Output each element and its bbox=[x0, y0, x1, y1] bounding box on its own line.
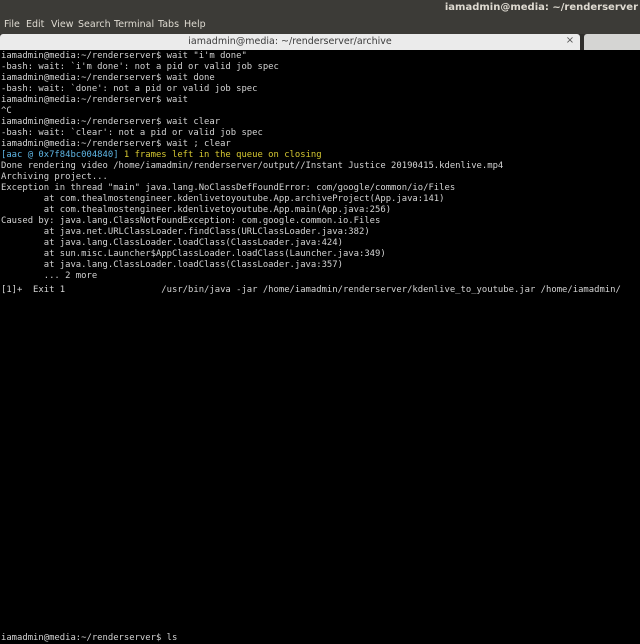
terminal-line: at sun.misc.Launcher$AppClassLoader.load… bbox=[1, 249, 386, 259]
top-panel: iamadmin@media: ~/renderserver bbox=[0, 0, 640, 16]
terminal-line: at com.thealmostengineer.kdenlivetoyoutu… bbox=[1, 205, 392, 215]
aac-message: 1 frames left in the queue on closing bbox=[118, 150, 322, 160]
terminal-line: ... 2 more bbox=[1, 271, 98, 281]
terminal-line: at java.lang.ClassLoader.loadClass(Class… bbox=[1, 238, 343, 248]
menu-view[interactable]: View bbox=[51, 19, 74, 30]
terminal-line: at java.net.URLClassLoader.findClass(URL… bbox=[1, 227, 370, 237]
terminal-line: Archiving project... bbox=[1, 172, 108, 182]
terminal-prompt: iamadmin@media:~/renderserver$ ls bbox=[1, 633, 178, 643]
menu-search[interactable]: Search bbox=[78, 19, 111, 30]
terminal-line-aac: [aac @ 0x7f84bc004840] 1 frames left in … bbox=[1, 150, 322, 161]
terminal-line: iamadmin@media:~/renderserver$ wait clea… bbox=[1, 117, 221, 127]
window-title: iamadmin@media: ~/renderserver bbox=[444, 2, 638, 13]
terminal-line: iamadmin@media:~/renderserver$ wait ; cl… bbox=[1, 139, 231, 149]
menu-help[interactable]: Help bbox=[184, 19, 206, 30]
close-icon[interactable]: × bbox=[564, 35, 576, 47]
terminal-line: at java.lang.ClassLoader.loadClass(Class… bbox=[1, 260, 343, 270]
terminal-line: iamadmin@media:~/renderserver$ wait done bbox=[1, 73, 215, 83]
menu-tabs[interactable]: Tabs bbox=[158, 19, 179, 30]
terminal-line: Done rendering video /home/iamadmin/rend… bbox=[1, 161, 504, 171]
terminal-line: Exception in thread "main" java.lang.NoC… bbox=[1, 183, 456, 193]
terminal-output[interactable]: iamadmin@media:~/renderserver$ wait "i'm… bbox=[0, 50, 640, 643]
tab-bar: iamadmin@media: ~/renderserver/archive × bbox=[0, 34, 640, 50]
tab-label: iamadmin@media: ~/renderserver/archive bbox=[188, 36, 392, 47]
terminal-line: iamadmin@media:~/renderserver$ wait bbox=[1, 95, 189, 105]
terminal-line: at com.thealmostengineer.kdenlivetoyoutu… bbox=[1, 194, 445, 204]
terminal-line: Caused by: java.lang.ClassNotFoundExcept… bbox=[1, 216, 381, 226]
menu-bar: File Edit View Search Terminal Tabs Help bbox=[0, 16, 640, 34]
terminal-line: -bash: wait: `done': not a pid or valid … bbox=[1, 84, 258, 94]
menu-terminal[interactable]: Terminal bbox=[114, 19, 154, 30]
terminal-line: ^C bbox=[1, 106, 12, 116]
menu-file[interactable]: File bbox=[4, 19, 20, 30]
terminal-line: -bash: wait: `clear': not a pid or valid… bbox=[1, 128, 263, 138]
terminal-line: -bash: wait: `i'm done': not a pid or va… bbox=[1, 62, 279, 72]
tab-second[interactable] bbox=[584, 34, 640, 50]
terminal-line: [1]+ Exit 1 /usr/bin/java -jar /home/iam… bbox=[1, 285, 621, 295]
tab-archive[interactable]: iamadmin@media: ~/renderserver/archive × bbox=[0, 34, 580, 50]
terminal-line: iamadmin@media:~/renderserver$ wait "i'm… bbox=[1, 51, 247, 61]
menu-edit[interactable]: Edit bbox=[26, 19, 44, 30]
aac-prefix: [aac @ 0x7f84bc004840] bbox=[1, 150, 119, 160]
